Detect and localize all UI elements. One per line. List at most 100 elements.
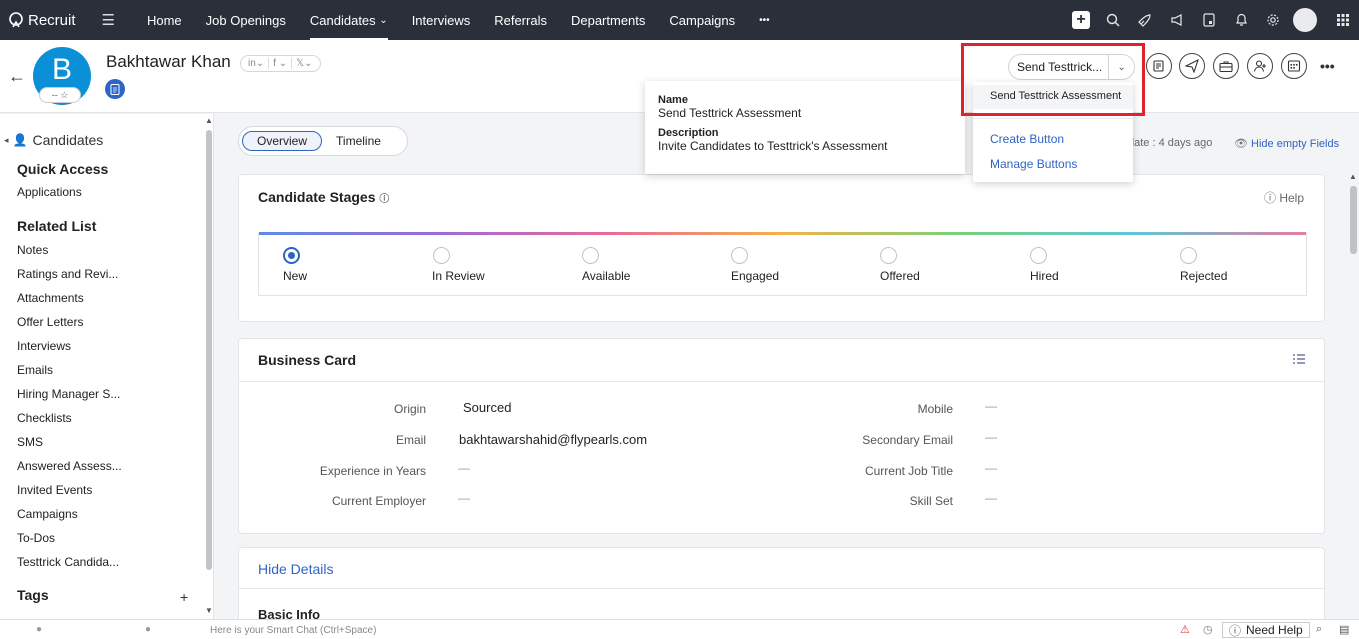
stage-radio[interactable]: [1030, 247, 1047, 264]
stage-label: Available: [582, 269, 631, 283]
stage-rejected[interactable]: Rejected: [1180, 247, 1227, 283]
main-scroll-thumb[interactable]: [1350, 186, 1357, 254]
main-scrollbar[interactable]: ▲: [1347, 114, 1359, 619]
stage-new[interactable]: New: [283, 247, 307, 283]
stages-container: [258, 232, 1307, 296]
rating-label: -- ☆: [51, 89, 69, 100]
sidebar-scrollbar[interactable]: ▲ ▼: [204, 116, 214, 616]
stage-hired[interactable]: Hired: [1030, 247, 1059, 283]
sidebar-item-sms[interactable]: SMS: [17, 435, 43, 449]
nav-referrals[interactable]: Referrals: [482, 0, 559, 40]
add-tag-icon[interactable]: +: [180, 589, 188, 605]
user-avatar[interactable]: [1293, 8, 1317, 32]
stage-radio[interactable]: [582, 247, 599, 264]
create-button-link[interactable]: Create Button: [990, 132, 1064, 146]
stage-radio[interactable]: [1180, 247, 1197, 264]
tab-overview[interactable]: Overview: [242, 131, 323, 151]
linkedin-icon[interactable]: in⌄: [244, 58, 270, 69]
nav-interviews[interactable]: Interviews: [400, 0, 483, 40]
stage-label: Offered: [880, 269, 920, 283]
nav-home[interactable]: Home: [135, 0, 194, 40]
back-arrow-icon[interactable]: ←: [8, 66, 26, 87]
scroll-up-icon[interactable]: ▲: [205, 116, 213, 125]
sidebar-item-campaigns[interactable]: Campaigns: [17, 507, 78, 521]
details-card: Hide Details Basic Info: [238, 547, 1326, 627]
search-icon[interactable]: ⌕: [1316, 623, 1322, 636]
sidebar-item-ratings[interactable]: Ratings and Revi...: [17, 267, 118, 281]
alert-icon[interactable]: ⚠: [1180, 623, 1190, 636]
sidebar-item-hiring-manager[interactable]: Hiring Manager S...: [17, 387, 120, 401]
sidebar-header[interactable]: ◂ 👤 Candidates: [4, 132, 103, 148]
bell-icon[interactable]: [1225, 0, 1257, 40]
brand-name: Recruit: [28, 11, 76, 29]
sidebar-item-offer-letters[interactable]: Offer Letters: [17, 315, 83, 329]
collapse-icon[interactable]: ◂: [4, 135, 9, 146]
chats-icon[interactable]: ●: [36, 624, 42, 635]
rating-star-icon[interactable]: -- ☆: [39, 87, 81, 103]
scroll-down-icon[interactable]: ▼: [205, 606, 213, 615]
manage-buttons-link[interactable]: Manage Buttons: [990, 157, 1077, 171]
nav-more-icon[interactable]: •••: [747, 0, 782, 40]
assign-user-icon[interactable]: [1247, 53, 1273, 79]
nav-candidates[interactable]: Candidates ⌄: [298, 0, 400, 40]
stage-available[interactable]: Available: [582, 247, 630, 283]
stage-radio[interactable]: [880, 247, 897, 264]
sidebar-item-checklists[interactable]: Checklists: [17, 411, 72, 425]
stage-offered[interactable]: Offered: [880, 247, 920, 283]
calendar-grid-icon[interactable]: [1281, 53, 1307, 79]
briefcase-icon[interactable]: [1213, 53, 1239, 79]
highlight-box: [961, 43, 1145, 116]
tablet-icon[interactable]: [1193, 0, 1225, 40]
x-twitter-icon[interactable]: 𝕏⌄: [292, 58, 316, 69]
help-link[interactable]: ⓘ Help: [1264, 189, 1304, 206]
stage-radio-selected[interactable]: [283, 247, 300, 264]
stage-engaged[interactable]: Engaged: [731, 247, 779, 283]
email-value[interactable]: bakhtawarshahid@flypearls.com: [459, 432, 647, 447]
hide-details-link[interactable]: Hide Details: [258, 561, 333, 577]
facebook-icon[interactable]: f ⌄: [269, 58, 293, 69]
sidebar-title: Candidates: [32, 132, 104, 148]
more-options-icon[interactable]: •••: [1320, 58, 1335, 74]
list-settings-icon[interactable]: [1292, 353, 1306, 368]
megaphone-icon[interactable]: [1161, 0, 1193, 40]
nav-job-openings-label: Job Openings: [205, 12, 286, 28]
rocket-icon[interactable]: [1129, 0, 1161, 40]
nav-campaigns[interactable]: Campaigns: [657, 0, 747, 40]
business-card: Business Card Origin Sourced Email bakht…: [238, 338, 1326, 534]
search-icon[interactable]: [1097, 0, 1129, 40]
sidebar-item-interviews[interactable]: Interviews: [17, 339, 71, 353]
feedback-icon[interactable]: ▤: [1339, 623, 1349, 636]
sidebar-item-applications[interactable]: Applications: [17, 185, 82, 199]
hide-empty-fields-link[interactable]: 👁 Hide empty Fields: [1234, 137, 1339, 150]
need-help-button[interactable]: ⓘ Need Help: [1222, 622, 1310, 638]
stage-radio[interactable]: [731, 247, 748, 264]
sidebar-item-attachments[interactable]: Attachments: [17, 291, 84, 305]
tab-timeline[interactable]: Timeline: [322, 131, 395, 151]
avatar-letter: B: [51, 53, 72, 86]
sidebar-item-emails[interactable]: Emails: [17, 363, 53, 377]
sidebar-item-answered-assessments[interactable]: Answered Assess...: [17, 459, 122, 473]
apps-grid-icon[interactable]: [1327, 0, 1359, 40]
contacts-icon[interactable]: ●: [145, 624, 151, 635]
brand-logo[interactable]: Recruit: [8, 12, 76, 29]
sidebar-item-testtrick-candidates[interactable]: Testtrick Candida...: [17, 555, 119, 569]
info-icon[interactable]: ⓘ: [379, 194, 389, 205]
nav-departments[interactable]: Departments: [559, 0, 657, 40]
menu-hamburger-icon[interactable]: ☰: [102, 11, 115, 29]
history-icon[interactable]: ◷: [1203, 623, 1213, 636]
quick-create-button[interactable]: +: [1065, 0, 1097, 40]
smart-chat-input[interactable]: Here is your Smart Chat (Ctrl+Space): [210, 625, 376, 636]
document-icon[interactable]: [105, 79, 125, 99]
current-job-title-value: —: [985, 461, 997, 475]
gear-icon[interactable]: [1257, 0, 1289, 40]
scroll-up-icon[interactable]: ▲: [1349, 172, 1357, 181]
sidebar-item-invited-events[interactable]: Invited Events: [17, 483, 92, 497]
nav-job-openings[interactable]: Job Openings: [194, 0, 298, 40]
stage-in-review[interactable]: In Review: [432, 247, 485, 283]
stage-radio[interactable]: [433, 247, 450, 264]
sidebar-item-notes[interactable]: Notes: [17, 243, 48, 257]
sidebar-scroll-thumb[interactable]: [206, 130, 212, 570]
edit-note-icon[interactable]: [1146, 53, 1172, 79]
send-paper-plane-icon[interactable]: [1179, 53, 1205, 79]
sidebar-item-todos[interactable]: To-Dos: [17, 531, 55, 545]
